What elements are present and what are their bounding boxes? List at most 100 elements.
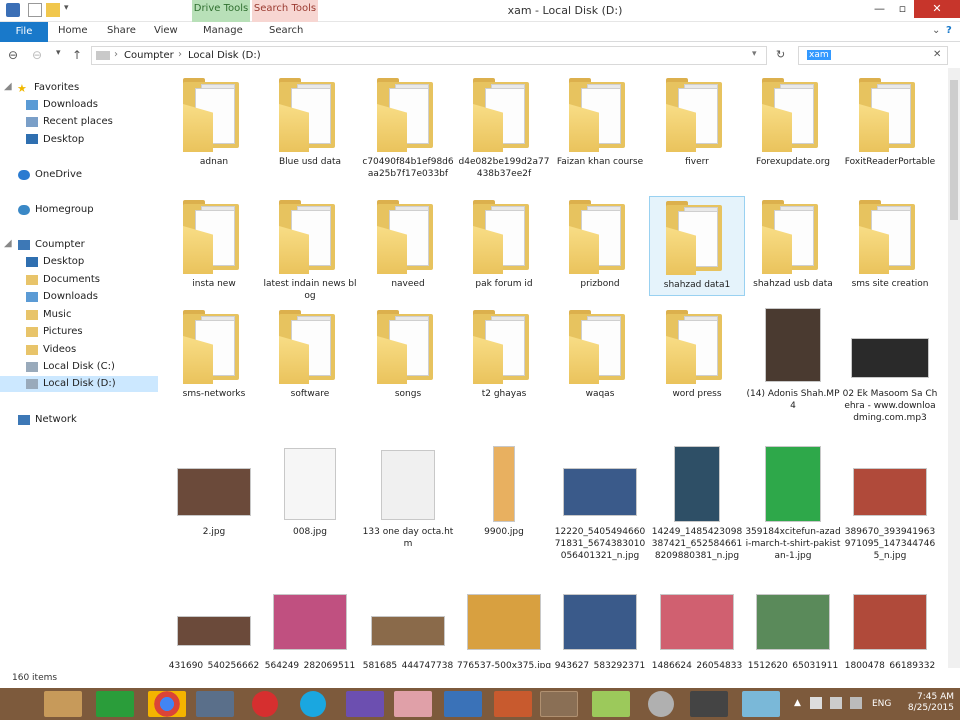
nav-fav-desktop[interactable]: Desktop [43, 134, 84, 145]
file-explorer-taskbar-icon[interactable] [44, 691, 82, 717]
tray-icon[interactable] [810, 697, 822, 709]
volume-icon[interactable] [830, 697, 842, 709]
file-item[interactable]: 008.jpg [262, 444, 358, 538]
nav-onedrive[interactable]: OneDrive [35, 169, 82, 180]
chrome-active-taskbar-icon[interactable] [540, 691, 578, 717]
language-indicator[interactable]: ENG [872, 699, 891, 709]
file-item[interactable]: 2.jpg [166, 444, 262, 538]
camera-taskbar-icon[interactable] [690, 691, 728, 717]
disk-taskbar-icon[interactable] [648, 691, 674, 717]
file-item[interactable]: 1512620_650319118377638_910252 [745, 578, 841, 668]
nav-favorites[interactable]: Favorites [34, 82, 79, 93]
address-bar[interactable]: › Coumpter › Local Disk (D:) ▾ [91, 46, 767, 65]
nav-comp-documents[interactable]: Documents [43, 274, 100, 285]
breadcrumb-local-disk-d[interactable]: Local Disk (D:) [188, 50, 261, 61]
vertical-scrollbar[interactable] [948, 68, 960, 668]
folder-item[interactable]: songs [360, 306, 456, 400]
ribbon-expand-icon[interactable]: ⌄ [932, 25, 940, 36]
file-item[interactable]: 359184xcitefun-azadi-march-t-shirt-pakis… [745, 444, 841, 562]
folder-item[interactable]: t2 ghayas [456, 306, 552, 400]
folder-item[interactable]: adnan [166, 74, 262, 168]
folder-item[interactable]: Faizan khan course [552, 74, 648, 168]
folder-item[interactable]: naveed [360, 196, 456, 290]
tray-up-icon[interactable]: ▲ [794, 698, 801, 708]
folder-item[interactable]: sms site creation [842, 196, 938, 290]
media-taskbar-icon[interactable] [196, 691, 234, 717]
clear-search-icon[interactable]: ✕ [933, 49, 941, 60]
nav-comp-desktop[interactable]: Desktop [43, 256, 84, 267]
folder-item[interactable]: insta new [166, 196, 262, 290]
skype-taskbar-icon[interactable] [300, 691, 326, 717]
file-item[interactable]: 1486624_2605483341107­06_837782 [649, 578, 745, 668]
file-item[interactable]: 9900.jpg [456, 444, 552, 538]
file-item[interactable]: 389670_393941963971095_1473447465_n.jpg [842, 444, 938, 562]
nav-fav-recent-places[interactable]: Recent places [43, 116, 113, 127]
back-icon[interactable]: ⊖ [8, 48, 18, 62]
folder-item[interactable]: waqas [552, 306, 648, 400]
clock[interactable]: 7:45 AM 8/25/2015 [908, 692, 954, 714]
nav-computer[interactable]: Coumpter [35, 239, 85, 250]
search-input[interactable]: xam ✕ [798, 46, 948, 65]
collapse-arrow-icon[interactable]: ◢ [4, 81, 12, 92]
file-item[interactable]: 581685_444747738956184_2737161 [360, 578, 456, 668]
tab-view[interactable]: View [154, 25, 178, 36]
file-item[interactable]: 12220_540549466071831_567438301005640132… [552, 444, 648, 562]
breadcrumb-computer[interactable]: Coumpter [124, 50, 174, 61]
nav-homegroup[interactable]: Homegroup [35, 204, 94, 215]
folder-item[interactable]: prizbond [552, 196, 648, 290]
nav-comp-pictures[interactable]: Pictures [43, 326, 83, 337]
collapse-arrow-icon[interactable]: ◢ [4, 238, 12, 249]
folder-item[interactable]: Forexupdate.org [745, 74, 841, 168]
folder-item[interactable]: d4e082be199d2a77438b37ee2f [456, 74, 552, 180]
file-item[interactable]: 431690_540256662656238_1245124 [166, 578, 262, 668]
file-item[interactable]: 1800478_661893323870057_111894 [842, 578, 938, 668]
nav-network[interactable]: Network [35, 414, 77, 425]
folder-item[interactable]: word press [649, 306, 745, 400]
nav-comp-videos[interactable]: Videos [43, 344, 76, 355]
settings-taskbar-icon[interactable] [346, 691, 384, 717]
folder-item[interactable]: shahzad data1 [649, 196, 745, 296]
folder-item[interactable]: fiverr [649, 74, 745, 168]
file-item[interactable]: 564249_282069511898728_4625816 [262, 578, 358, 668]
tab-manage[interactable]: Manage [203, 25, 243, 36]
folder-item[interactable]: sms-networks [166, 306, 262, 400]
up-icon[interactable]: ↑ [72, 48, 82, 62]
tool-taskbar-icon[interactable] [494, 691, 532, 717]
address-dropdown-icon[interactable]: ▾ [752, 49, 757, 59]
tab-home[interactable]: Home [58, 25, 88, 36]
nav-comp-local-disk-c[interactable]: Local Disk (C:) [43, 361, 115, 372]
battery-icon[interactable] [850, 697, 862, 709]
file-item[interactable]: 14249_1485423098387421_65258466182098803… [649, 444, 745, 562]
help-icon[interactable]: ? [946, 25, 952, 36]
apps-taskbar-icon[interactable] [394, 691, 432, 717]
recent-dropdown-icon[interactable]: ▾ [56, 48, 61, 58]
nav-fav-downloads[interactable]: Downloads [43, 99, 98, 110]
opera-taskbar-icon[interactable] [252, 691, 278, 717]
chrome-taskbar-icon[interactable] [148, 691, 186, 717]
nav-comp-downloads[interactable]: Downloads [43, 291, 98, 302]
app-taskbar-icon[interactable] [592, 691, 630, 717]
file-item[interactable]: 776537-500x375.jpg [456, 578, 552, 668]
refresh-icon[interactable]: ↻ [776, 48, 785, 61]
tab-share[interactable]: Share [107, 25, 136, 36]
network-taskbar-icon[interactable] [444, 691, 482, 717]
file-item[interactable]: 943627_583292371701527_1250026 [552, 578, 648, 668]
file-item[interactable]: 133 one day octa.htm [360, 444, 456, 550]
folder-item[interactable]: pak forum id [456, 196, 552, 290]
close-button[interactable]: ✕ [914, 0, 960, 18]
maximize-button[interactable]: ▫ [891, 0, 914, 18]
tab-search[interactable]: Search [269, 25, 303, 36]
forward-icon[interactable]: ⊖ [32, 48, 42, 62]
store-taskbar-icon[interactable] [96, 691, 134, 717]
tab-file[interactable]: File [0, 22, 48, 42]
window-taskbar-icon[interactable] [742, 691, 780, 717]
file-item[interactable]: (14) Adonis Shah.MP4 [745, 306, 841, 412]
nav-comp-local-disk-d[interactable]: Local Disk (D:) [43, 378, 116, 389]
minimize-button[interactable]: — [868, 0, 891, 18]
folder-item[interactable]: FoxitReaderPortable [842, 74, 938, 168]
folder-item[interactable]: latest indain news blog [262, 196, 358, 302]
folder-item[interactable]: Blue usd data [262, 74, 358, 168]
folder-item[interactable]: software [262, 306, 358, 400]
scrollbar-thumb[interactable] [950, 80, 958, 220]
nav-comp-music[interactable]: Music [43, 309, 71, 320]
